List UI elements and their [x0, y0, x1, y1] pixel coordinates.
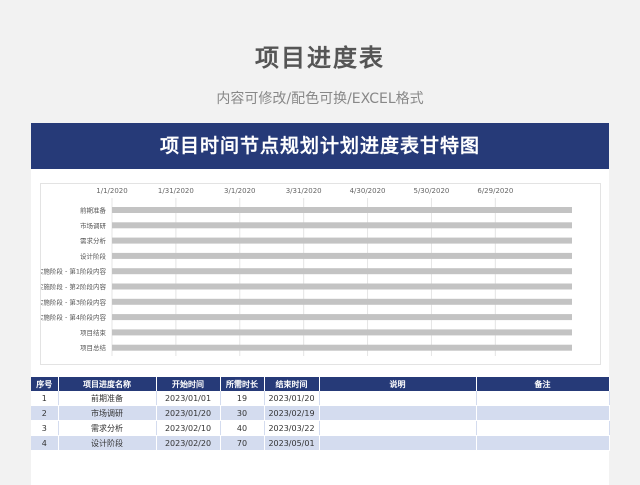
table-row: 2 市场调研 2023/01/20 30 2023/02/19	[31, 405, 610, 421]
gantt-bar	[112, 314, 572, 321]
col-header-desc[interactable]: 说明	[319, 377, 477, 391]
gantt-bar	[112, 237, 572, 244]
col-header-notes[interactable]: 备注	[476, 377, 610, 391]
gantt-x-tick-label: 1/1/2020	[96, 187, 127, 195]
gantt-bar	[112, 222, 572, 229]
gantt-x-tick-label: 3/1/2020	[224, 187, 255, 195]
gantt-category-label: 项目总结	[80, 343, 107, 352]
gantt-x-tick-label: 3/31/2020	[286, 187, 322, 195]
col-header-end[interactable]: 结束时间	[264, 377, 320, 391]
cell-name[interactable]: 需求分析	[58, 420, 157, 436]
cell-duration[interactable]: 19	[220, 391, 265, 406]
gantt-chart-svg: 1/1/2020 1/31/2020 3/1/2020 3/31/2020 4/30/2…	[41, 187, 572, 356]
cell-name[interactable]: 设计阶段	[58, 435, 157, 451]
cell-desc[interactable]	[319, 405, 477, 421]
table-row: 1 前期准备 2023/01/01 19 2023/01/20	[31, 391, 610, 406]
cell-start[interactable]: 2023/01/01	[156, 391, 221, 406]
cell-end[interactable]: 2023/05/01	[264, 435, 320, 451]
cell-notes[interactable]	[476, 391, 610, 406]
cell-duration[interactable]: 40	[220, 420, 265, 436]
spreadsheet-area: 项目时间节点规划计划进度表甘特图 1/1/2020 1/31/2020 3/1/20…	[31, 123, 610, 485]
gantt-bar	[112, 252, 572, 259]
cell-start[interactable]: 2023/01/20	[156, 405, 221, 421]
cell-end[interactable]: 2023/03/22	[264, 420, 320, 436]
cell-index[interactable]: 4	[31, 435, 59, 451]
cell-end[interactable]: 2023/01/20	[264, 391, 320, 406]
gantt-category-label: 实施阶段 - 第1阶段内容	[41, 267, 106, 276]
gantt-category-label: 市场调研	[80, 221, 107, 230]
gantt-bar	[112, 298, 572, 305]
cell-notes[interactable]	[476, 435, 610, 451]
cell-notes[interactable]	[476, 420, 610, 436]
gantt-category-label: 实施阶段 - 第2阶段内容	[41, 282, 106, 291]
cell-duration[interactable]: 70	[220, 435, 265, 451]
table-row: 3 需求分析 2023/02/10 40 2023/03/22	[31, 420, 610, 436]
cell-end[interactable]: 2023/02/19	[264, 405, 320, 421]
cell-start[interactable]: 2023/02/10	[156, 420, 221, 436]
gantt-category-label: 项目结束	[80, 328, 107, 337]
cell-start[interactable]: 2023/02/20	[156, 435, 221, 451]
cell-index[interactable]: 2	[31, 405, 59, 421]
col-header-name[interactable]: 项目进度名称	[58, 377, 157, 391]
col-header-index[interactable]: 序号	[31, 377, 59, 391]
cell-desc[interactable]	[319, 391, 477, 406]
gantt-bar	[112, 329, 572, 336]
gantt-category-label: 需求分析	[80, 236, 107, 245]
gantt-category-label: 实施阶段 - 第4阶段内容	[41, 313, 106, 322]
cell-notes[interactable]	[476, 405, 610, 421]
gantt-x-tick-label: 6/29/2020	[477, 187, 513, 195]
cell-name[interactable]: 前期准备	[58, 391, 157, 406]
cell-name[interactable]: 市场调研	[58, 405, 157, 421]
gantt-bar	[112, 268, 572, 275]
schedule-table: 序号 项目进度名称 开始时间 所需时长 结束时间 说明 备注 1 前期准备 20…	[31, 377, 610, 451]
cell-desc[interactable]	[319, 435, 477, 451]
table-row: 4 设计阶段 2023/02/20 70 2023/05/01	[31, 435, 610, 451]
gantt-category-label: 前期准备	[80, 206, 107, 215]
gantt-bar	[112, 283, 572, 290]
col-header-start[interactable]: 开始时间	[156, 377, 221, 391]
col-header-duration[interactable]: 所需时长	[220, 377, 265, 391]
gantt-bar	[112, 207, 572, 213]
table-header-row: 序号 项目进度名称 开始时间 所需时长 结束时间 说明 备注	[31, 377, 610, 391]
gantt-chart: 1/1/2020 1/31/2020 3/1/2020 3/31/2020 4/30/2…	[40, 183, 601, 365]
gantt-category-label: 设计阶段	[80, 251, 107, 260]
gantt-x-tick-label: 4/30/2020	[350, 187, 386, 195]
cell-index[interactable]: 3	[31, 420, 59, 436]
gantt-x-tick-label: 5/30/2020	[413, 187, 449, 195]
cell-desc[interactable]	[319, 420, 477, 436]
chart-banner-title: 项目时间节点规划计划进度表甘特图	[31, 123, 609, 169]
gantt-bar	[112, 344, 572, 351]
page-subtitle: 内容可修改/配色可换/EXCEL格式	[216, 91, 424, 107]
gantt-x-tick-label: 1/31/2020	[158, 187, 194, 195]
page-title: 项目进度表	[255, 44, 385, 72]
gantt-category-label: 实施阶段 - 第3阶段内容	[41, 297, 106, 306]
cell-index[interactable]: 1	[31, 391, 59, 406]
cell-duration[interactable]: 30	[220, 405, 265, 421]
